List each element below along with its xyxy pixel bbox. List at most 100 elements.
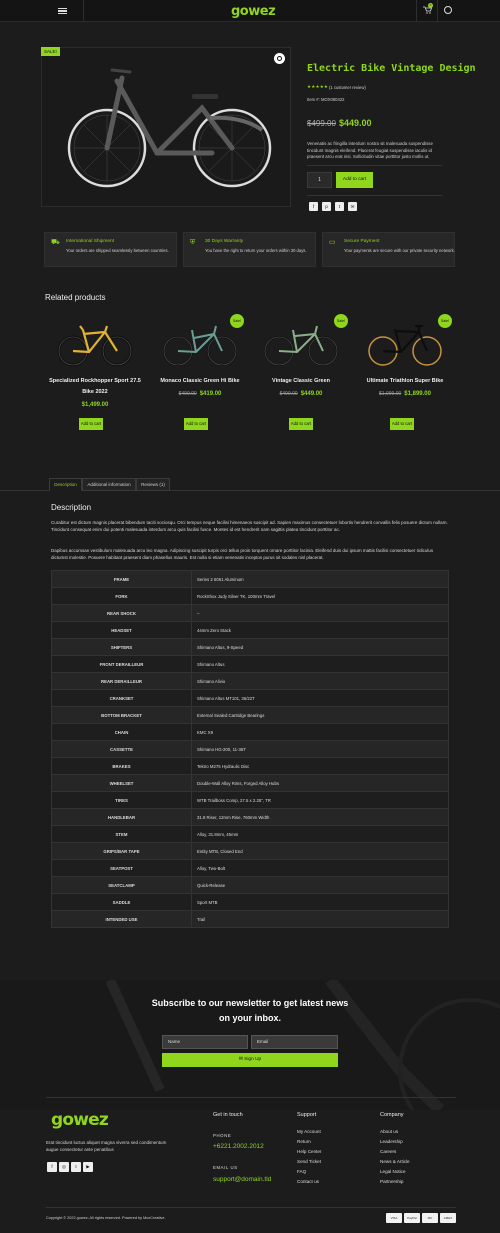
divider <box>307 195 442 196</box>
review-link[interactable]: (1 customer review) <box>329 85 366 90</box>
add-to-cart-button[interactable]: Add to cart <box>289 418 313 430</box>
spec-value: Quick-Release <box>191 876 449 894</box>
spec-row: SADDLE Sport MTB <box>51 893 449 911</box>
add-to-cart-button[interactable]: Add to cart <box>390 418 414 430</box>
spec-row: INTENDED USE Trail <box>51 910 449 928</box>
footer-link[interactable]: FAQ <box>297 1169 306 1174</box>
old-price: $499.00 <box>307 119 336 128</box>
footer-link[interactable]: Legal Notice <box>380 1169 406 1174</box>
spec-value: RockShox Judy Silver TK, 100mm Travel <box>191 587 449 605</box>
pinterest-icon[interactable]: p <box>322 202 331 211</box>
feature-text: You have the right to return your orders… <box>205 248 307 253</box>
email-address[interactable]: support@domain.tld <box>213 1176 271 1183</box>
feature-text: Your orders are shipped seamlessly betwe… <box>66 248 169 253</box>
product-sku: Item #: MOX080422 <box>307 97 345 102</box>
spec-value: Trail <box>191 910 449 928</box>
footer-link[interactable]: Send Ticket <box>297 1159 321 1164</box>
price: $1,499.00 <box>81 402 109 408</box>
spec-value: Double-Wall Alloy Rims, Forged Alloy Hub… <box>191 774 449 792</box>
twitter-icon[interactable]: t <box>335 202 344 211</box>
footer-link[interactable]: Leadership <box>380 1139 403 1144</box>
feature-card: ▭ Secure Payment Your payments are secur… <box>322 232 455 267</box>
sale-badge: Sale! <box>438 314 452 328</box>
spec-row: BRAKES Tektro M275 Hydraulic Disc <box>51 757 449 775</box>
spec-row: STEM Alloy, 31.8mm, 45mm <box>51 825 449 843</box>
name-input[interactable]: Name <box>162 1035 248 1049</box>
sale-badge: SALE! <box>41 47 60 56</box>
spec-label: BOTTOM BRACKET <box>51 706 192 724</box>
email-label: EMAIL US <box>213 1165 238 1170</box>
email-icon[interactable]: ✉ <box>348 202 357 211</box>
product-name[interactable]: Specialized Rockhopper Sport 27.5 Bike 2… <box>45 376 145 398</box>
tab-description[interactable]: Description <box>49 478 82 491</box>
footer-link[interactable]: My Account <box>297 1129 321 1134</box>
sign-up-label: Sign Up <box>244 1057 262 1062</box>
sign-up-button[interactable]: ✉ Sign Up <box>162 1053 338 1067</box>
menu-icon[interactable] <box>58 6 67 16</box>
quantity-input[interactable]: 1 <box>307 172 332 188</box>
product-thumbnail <box>264 325 338 366</box>
product-title: Electric Bike Vintage Design <box>307 63 476 74</box>
spec-row: WHEELSET Double-Wall Alloy Rims, Forged A… <box>51 774 449 792</box>
phone-number[interactable]: +6221.2002.2012 <box>213 1143 264 1150</box>
amex-icon: AMEX <box>440 1213 456 1223</box>
current-price: $449.00 <box>339 118 372 128</box>
spec-value: Sport MTB <box>191 893 449 911</box>
footer-about: Erat tincidunt luctus aliquet magna vive… <box>46 1140 167 1152</box>
sale-badge: Sale! <box>334 314 348 328</box>
user-account-icon[interactable] <box>444 6 452 14</box>
facebook-icon[interactable]: f <box>309 202 318 211</box>
spec-row: CHAIN KMC X9 <box>51 723 449 741</box>
tab-additional-information[interactable]: Additional information <box>82 478 136 491</box>
site-logo[interactable]: gowez <box>231 4 276 19</box>
spec-value: 44mm Zero Stack <box>191 621 449 639</box>
description-paragraph: Dapibus accumsan vestibulum malesuada ar… <box>51 548 434 560</box>
footer-link[interactable]: Careers <box>380 1149 396 1154</box>
old-price: $499.00 <box>178 391 197 397</box>
spec-row: BOTTOM BRACKET External Sealed Cartridge … <box>51 706 449 724</box>
rating-stars: ★★★★★ <box>307 84 329 89</box>
footer-link[interactable]: About us <box>380 1129 398 1134</box>
related-product[interactable]: Ultimate Triathlon Super Bike $1,999.00 $… <box>355 314 455 434</box>
card-icon: ▭ <box>329 239 336 246</box>
product-image[interactable] <box>41 47 291 207</box>
instagram-icon[interactable]: ◎ <box>59 1162 69 1172</box>
spec-label: INTENDED USE <box>51 910 192 928</box>
spec-value: KMC X9 <box>191 723 449 741</box>
description-paragraph: Curabitur est dictum magnis placerat bib… <box>51 520 448 532</box>
related-product[interactable]: Monaco Classic Green Hi Bike $499.00 $419… <box>150 314 250 434</box>
footer-link[interactable]: News & Article <box>380 1159 410 1164</box>
footer-link[interactable]: Help Center <box>297 1149 322 1154</box>
spec-label: CASSETTE <box>51 740 192 758</box>
related-product[interactable]: Specialized Rockhopper Sport 27.5 Bike 2… <box>45 314 145 434</box>
add-to-cart-button[interactable]: Add to cart <box>79 418 103 430</box>
zoom-icon[interactable] <box>274 53 285 64</box>
description-heading: Description <box>51 503 92 512</box>
product-name[interactable]: Ultimate Triathlon Super Bike <box>355 376 455 387</box>
footer-link[interactable]: Contact us <box>297 1179 319 1184</box>
product-price: $1,499.00 <box>45 402 145 408</box>
related-product[interactable]: Vintage Classic Green $499.00 $449.00 Add… <box>251 314 351 434</box>
copyright-text: Copyright © 2022 gowez; All rights reser… <box>46 1216 166 1220</box>
spec-row: SEATPOST Alloy, Two-Bolt <box>51 859 449 877</box>
product-name[interactable]: Monaco Classic Green Hi Bike <box>150 376 250 387</box>
spec-label: GRIPS/BAR TAPE <box>51 842 192 860</box>
product-name[interactable]: Vintage Classic Green <box>251 376 351 387</box>
facebook-icon[interactable]: f <box>47 1162 57 1172</box>
add-to-cart-button[interactable]: Add to cart <box>336 172 373 188</box>
footer-logo[interactable]: gowez <box>51 1110 109 1130</box>
youtube-icon[interactable]: ▶ <box>83 1162 93 1172</box>
header-divider <box>83 0 84 22</box>
email-input[interactable]: Email <box>251 1035 338 1049</box>
footer-link[interactable]: Return <box>297 1139 311 1144</box>
spec-value: Entity MTB, Closed End <box>191 842 449 860</box>
phone-label: PHONE <box>213 1133 232 1138</box>
spec-label: BRAKES <box>51 757 192 775</box>
feature-card: ⛨ 30 Days Warranty You have the right to… <box>183 232 316 267</box>
add-to-cart-button[interactable]: Add to cart <box>184 418 208 430</box>
short-description: Venenatis ac fringilla interdum nostra s… <box>307 141 433 159</box>
footer-link[interactable]: Partnership <box>380 1179 404 1184</box>
product-thumbnail <box>368 324 442 366</box>
twitter-icon[interactable]: t <box>71 1162 81 1172</box>
tab-reviews[interactable]: Reviews (1) <box>136 478 170 491</box>
